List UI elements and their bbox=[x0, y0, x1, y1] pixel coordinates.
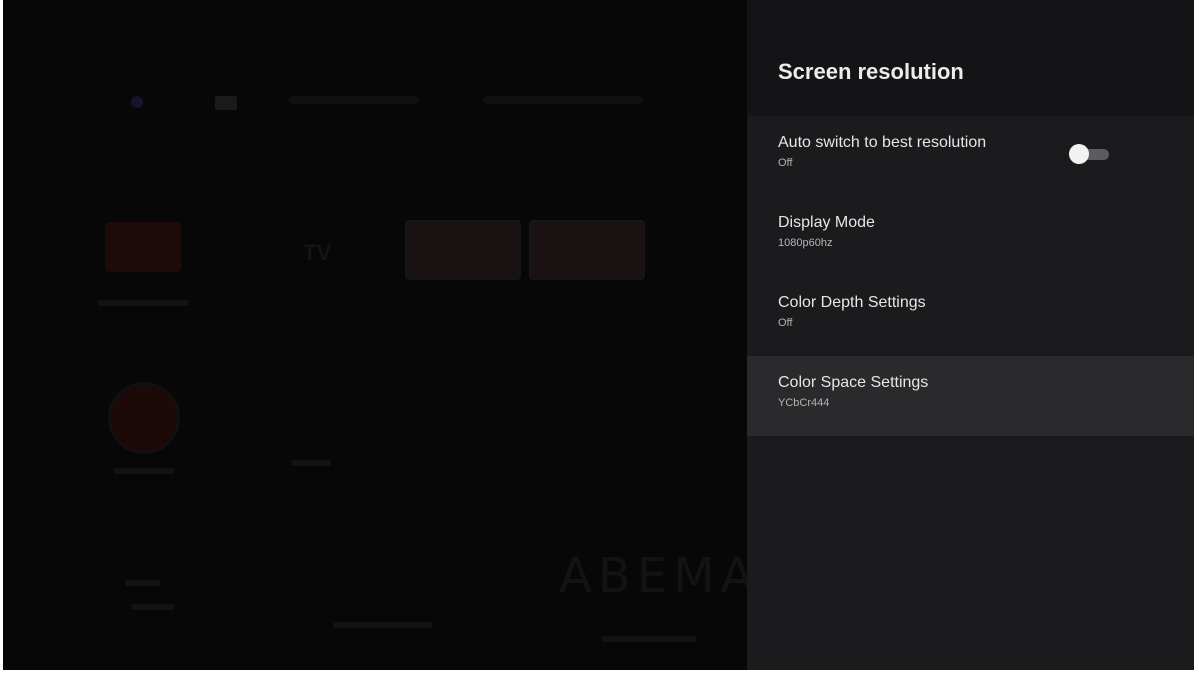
menu-item-label: Display Mode bbox=[778, 214, 875, 231]
row-caption bbox=[601, 636, 697, 642]
toggle-thumb bbox=[1069, 144, 1089, 164]
app-tile bbox=[405, 220, 521, 280]
menu-item-value: Off bbox=[778, 157, 793, 169]
brand-logo: ABEMA bbox=[559, 548, 760, 604]
auto-switch-toggle[interactable] bbox=[1069, 144, 1111, 164]
app-caption bbox=[97, 300, 189, 306]
menu-item-color-space[interactable]: Color Space Settings YCbCr444 bbox=[747, 356, 1194, 436]
app-tile bbox=[105, 222, 181, 272]
menu-item-label: Color Depth Settings bbox=[778, 294, 926, 311]
channel-caption bbox=[113, 468, 175, 474]
menu-item-color-depth[interactable]: Color Depth Settings Off bbox=[747, 276, 1194, 356]
page-title: Screen resolution bbox=[778, 59, 964, 84]
row-caption bbox=[131, 604, 175, 610]
channel-caption bbox=[291, 460, 331, 466]
tv-app-tile: TV bbox=[303, 240, 332, 265]
menu-item-label: Color Space Settings bbox=[778, 374, 929, 391]
channel-logo bbox=[108, 382, 180, 454]
menu-item-value: Off bbox=[778, 317, 793, 329]
row-caption bbox=[125, 580, 161, 586]
menu-item-value: 1080p60hz bbox=[778, 237, 833, 249]
tv-screen: TV ABEMA Screen resolution Auto switch t… bbox=[3, 0, 1194, 670]
dimmed-home-screen: TV ABEMA bbox=[3, 0, 753, 670]
nav-placeholder bbox=[289, 96, 419, 104]
input-icon bbox=[215, 96, 237, 110]
menu-item-value: YCbCr444 bbox=[778, 397, 830, 409]
nav-placeholder bbox=[483, 96, 643, 104]
app-tile bbox=[529, 220, 645, 280]
menu-item-auto-switch[interactable]: Auto switch to best resolution Off bbox=[747, 116, 1194, 196]
menu-item-label: Auto switch to best resolution bbox=[778, 134, 987, 151]
assistant-icon bbox=[131, 96, 143, 108]
row-caption bbox=[333, 622, 433, 628]
menu-item-display-mode[interactable]: Display Mode 1080p60hz bbox=[747, 196, 1194, 276]
panel-header: Screen resolution bbox=[747, 0, 1194, 116]
settings-panel: Screen resolution Auto switch to best re… bbox=[747, 0, 1194, 670]
